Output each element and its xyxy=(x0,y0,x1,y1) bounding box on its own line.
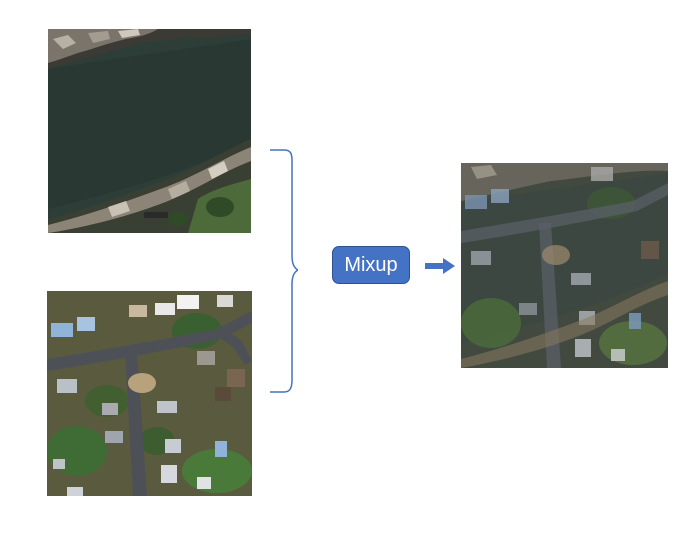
mixed-aerial-image xyxy=(461,163,668,368)
brace-connector xyxy=(268,148,300,394)
suburb-aerial-image xyxy=(47,291,252,496)
arrow-right-icon xyxy=(425,258,455,274)
mixup-label: Mixup xyxy=(332,246,410,284)
river-aerial-image xyxy=(48,29,251,233)
